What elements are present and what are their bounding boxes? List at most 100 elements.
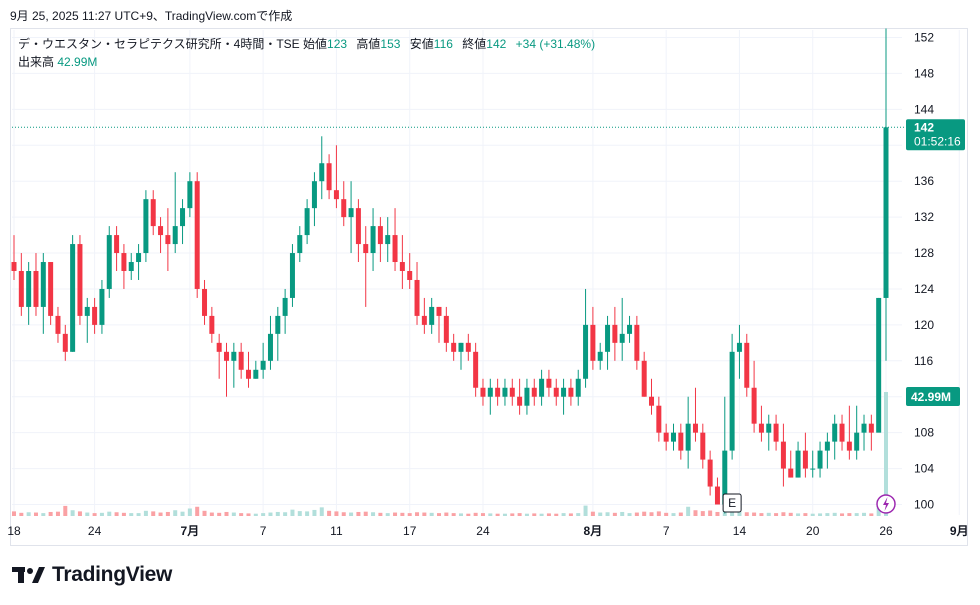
candle-body [158, 226, 164, 236]
volume-bar [19, 512, 24, 516]
candle-body [568, 387, 574, 397]
low-value: 116 [433, 37, 453, 51]
volume-bar [70, 510, 75, 516]
candle-body [876, 297, 882, 433]
candle-body [194, 181, 200, 289]
volume-bar [202, 510, 207, 516]
volume-bar [99, 512, 104, 516]
volume-legend: 出来高 42.99M [18, 53, 103, 70]
candle-body [546, 378, 552, 388]
x-tick-label: 20 [806, 524, 820, 538]
volume-bar [803, 513, 808, 516]
volume-bar [63, 505, 68, 516]
volume-bar [700, 511, 705, 516]
volume-bar [869, 513, 874, 516]
volume-tag: 42.99M [906, 387, 960, 406]
close-value: 142 [486, 37, 507, 51]
volume-bar [319, 507, 324, 516]
volume-bar [312, 509, 317, 516]
x-tick-label: 11 [330, 524, 343, 538]
candle-body [150, 199, 156, 227]
volume-bar [85, 512, 90, 516]
volume-bar [583, 505, 588, 516]
candle-body [165, 235, 171, 245]
candle-body [795, 450, 801, 478]
volume-bar [12, 511, 16, 516]
candle-body [231, 351, 237, 361]
lightning-icon [876, 494, 896, 514]
volume-bar [224, 511, 229, 516]
volume-bar [825, 513, 830, 516]
volume-bar [239, 513, 244, 516]
volume-bar [268, 512, 273, 516]
volume-bar [187, 508, 192, 516]
candle-body [282, 297, 288, 316]
volume-bar [524, 513, 529, 516]
volume-bar [26, 512, 31, 516]
low-label: 安値 [409, 37, 434, 51]
volume-bar [480, 513, 485, 516]
candle-body [355, 208, 361, 245]
candle-body [26, 271, 32, 307]
volume-bar [378, 512, 383, 516]
volume-bar [473, 512, 478, 516]
candle-body [861, 423, 867, 433]
volume-bar [678, 512, 683, 516]
candle-body [55, 315, 61, 334]
volume-bar [305, 511, 310, 516]
candle-body [685, 423, 691, 451]
candle-body [465, 342, 471, 352]
volume-bar [444, 512, 449, 516]
candle-body [238, 351, 244, 370]
candle-body [114, 235, 120, 254]
tradingview-logo[interactable]: TradingView [12, 563, 172, 587]
volume-bar [33, 512, 38, 516]
volume-bar [840, 513, 845, 516]
y-tick-label: 136 [914, 174, 934, 188]
volume-bar [41, 513, 46, 516]
candle-body [326, 163, 332, 191]
candle-body [583, 324, 589, 379]
candle-body [605, 324, 611, 352]
symbol-name[interactable]: デ・ウエスタン・セラピテクス研究所・4時間・TSE [18, 37, 300, 51]
x-tick-label: 26 [879, 524, 893, 538]
y-tick-label: 152 [914, 31, 934, 45]
last-price-tag: 14201:52:16 [906, 119, 965, 151]
volume-bar [715, 511, 720, 516]
candle-body [289, 253, 295, 298]
volume-bar [634, 512, 639, 516]
volume-bar [605, 512, 610, 516]
candle-body [451, 342, 457, 352]
candle-body [429, 306, 435, 325]
candle-body [810, 468, 816, 470]
candle-body [700, 432, 706, 460]
volume-bar [371, 512, 376, 516]
candle-body [62, 333, 68, 352]
candle-body [758, 423, 764, 433]
volume-bar [818, 513, 823, 516]
candle-body [707, 459, 713, 487]
y-tick-label: 104 [914, 462, 934, 476]
x-tick-label: 7 [260, 524, 267, 538]
y-tick-label: 116 [914, 354, 933, 368]
candle-body [319, 163, 325, 182]
candle-body [216, 342, 222, 352]
candle-body [297, 235, 303, 254]
candlestick-chart[interactable]: 1001041081121161201241281321361401441481… [0, 0, 980, 605]
volume-bar [151, 511, 156, 516]
candle-body [392, 235, 398, 263]
candle-body [517, 396, 523, 406]
volume-bar [546, 513, 551, 516]
volume-bar [598, 512, 603, 516]
volume-tag-value: 42.99M [911, 390, 951, 404]
candle-body [824, 441, 830, 451]
candle-body [377, 226, 383, 245]
candle-body [553, 387, 559, 397]
candle-body [260, 360, 266, 370]
volume-bar [334, 511, 339, 516]
candle-body [590, 324, 596, 361]
candle-body [363, 244, 369, 254]
candle-body [121, 253, 127, 271]
volume-bar [231, 512, 236, 516]
volume-bar [693, 510, 698, 516]
